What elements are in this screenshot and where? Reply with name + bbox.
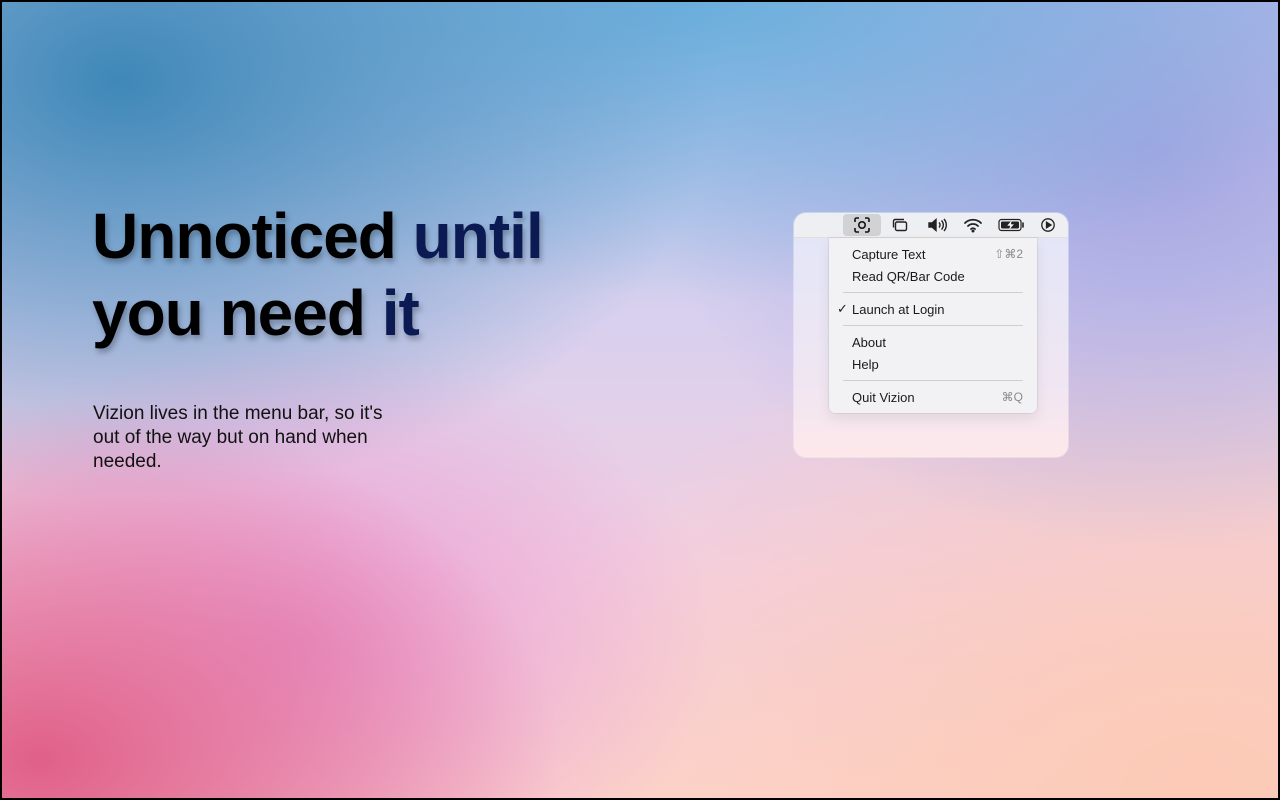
play-circle-icon[interactable]: [1035, 214, 1061, 236]
about-label: About: [852, 334, 886, 350]
menu-item-launch-at-login[interactable]: ✓ Launch at Login: [829, 298, 1037, 320]
menu-separator: [843, 292, 1023, 293]
menu-bar: [794, 213, 1068, 238]
menubar-preview: Capture Text ⇧⌘2 Read QR/Bar Code ✓ Laun…: [794, 213, 1068, 457]
menu-separator: [843, 380, 1023, 381]
checkmark-icon: ✓: [837, 301, 848, 316]
menu-item-capture-text[interactable]: Capture Text ⇧⌘2: [829, 243, 1037, 265]
menu-separator: [843, 325, 1023, 326]
headline-accent-until: until: [412, 200, 544, 272]
menu-item-about[interactable]: About: [829, 331, 1037, 353]
headline-word-unnoticed: Unnoticed: [92, 200, 397, 272]
vizion-dropdown-menu: Capture Text ⇧⌘2 Read QR/Bar Code ✓ Laun…: [829, 238, 1037, 413]
window-stack-icon[interactable]: [887, 214, 913, 236]
headline-accent-it: it: [381, 277, 420, 349]
volume-icon[interactable]: [924, 214, 950, 236]
wifi-icon[interactable]: [960, 214, 986, 236]
quit-shortcut: ⌘Q: [1001, 390, 1023, 404]
menu-item-help[interactable]: Help: [829, 353, 1037, 375]
help-label: Help: [852, 356, 879, 372]
read-code-label: Read QR/Bar Code: [852, 268, 965, 284]
battery-charging-icon[interactable]: [997, 214, 1027, 236]
menu-item-read-qr-bar-code[interactable]: Read QR/Bar Code: [829, 265, 1037, 287]
capture-text-shortcut: ⇧⌘2: [994, 247, 1023, 261]
text-capture-icon[interactable]: [843, 214, 881, 236]
quit-label: Quit Vizion: [852, 389, 915, 405]
menu-item-quit-vizion[interactable]: Quit Vizion ⌘Q: [829, 386, 1037, 408]
headline-words-you-need: you need: [92, 277, 366, 349]
launch-at-login-label: Launch at Login: [852, 301, 945, 317]
description: Vizion lives in the menu bar, so it's ou…: [93, 403, 383, 472]
capture-text-label: Capture Text: [852, 246, 926, 262]
headline: Unnoticed until you need it: [92, 198, 544, 352]
